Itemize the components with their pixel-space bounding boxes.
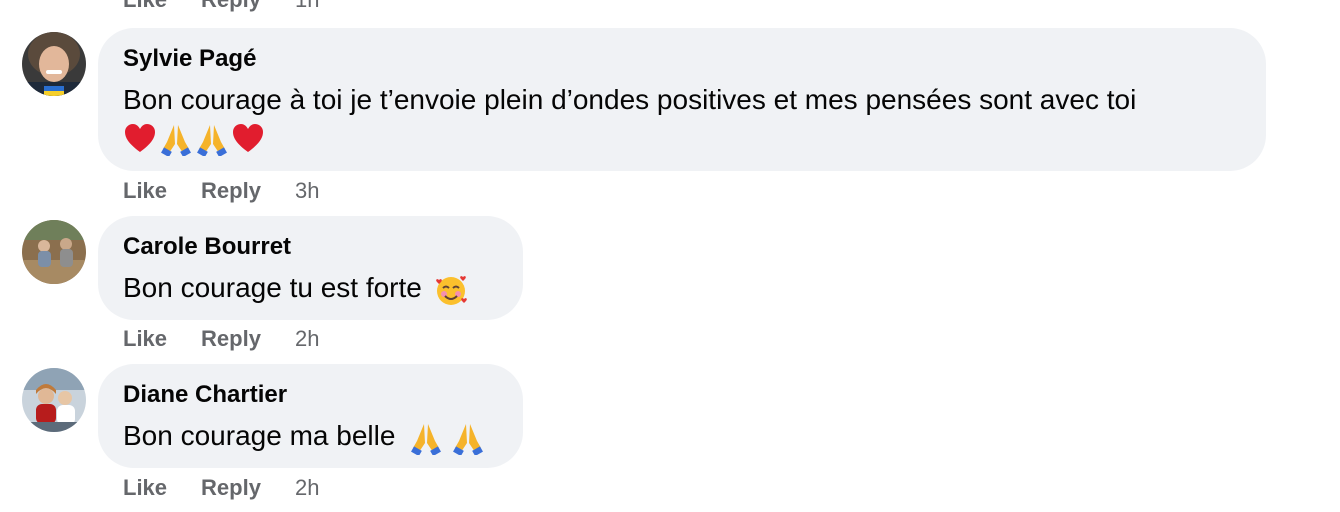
comment-author[interactable]: Sylvie Pagé: [123, 44, 1240, 74]
like-button[interactable]: Like: [123, 475, 167, 501]
heart-icon: [233, 124, 263, 152]
avatar-photo: [22, 32, 86, 96]
comment-text: Bon courage tu est forte: [123, 268, 497, 308]
reply-button[interactable]: Reply: [201, 0, 261, 13]
praying-hands-icon: [453, 423, 483, 455]
smiling-face-with-hearts-icon: [435, 275, 467, 305]
comment-actions: Like Reply 3h: [123, 176, 319, 206]
comment-timestamp[interactable]: 2h: [295, 326, 319, 352]
comment-timestamp[interactable]: 2h: [295, 475, 319, 501]
reply-button[interactable]: Reply: [201, 326, 261, 352]
comment-timestamp[interactable]: 1h: [295, 0, 319, 13]
like-button[interactable]: Like: [123, 326, 167, 352]
previous-comment-actions: Like Reply 1h: [123, 0, 319, 14]
avatar-photo: [22, 220, 86, 284]
praying-hands-icon: [197, 125, 227, 156]
comment-text: Bon courage ma belle: [123, 416, 497, 456]
emoji-row: [123, 122, 265, 156]
comment-timestamp[interactable]: 3h: [295, 178, 319, 204]
comment-text-body: Bon courage ma belle: [123, 420, 396, 451]
comment-text-body: Bon courage tu est forte: [123, 272, 422, 303]
comment-text-body: Bon courage à toi je t’envoie plein d’on…: [123, 84, 1137, 115]
avatar[interactable]: [22, 32, 86, 96]
comment-text: Bon courage à toi je t’envoie plein d’on…: [123, 80, 1240, 120]
comment-bubble: Carole Bourret Bon courage tu est forte: [98, 216, 523, 320]
reply-button[interactable]: Reply: [201, 178, 261, 204]
praying-hands-icon: [161, 125, 191, 156]
avatar[interactable]: [22, 368, 86, 432]
comment-author[interactable]: Diane Chartier: [123, 380, 497, 410]
comment-bubble: Sylvie Pagé Bon courage à toi je t’envoi…: [98, 28, 1266, 171]
comment-actions: Like Reply 2h: [123, 324, 319, 354]
reply-button[interactable]: Reply: [201, 475, 261, 501]
avatar[interactable]: [22, 220, 86, 284]
comment-actions: Like Reply 2h: [123, 473, 319, 503]
comment-bubble: Diane Chartier Bon courage ma belle: [98, 364, 523, 468]
comment-author[interactable]: Carole Bourret: [123, 232, 497, 262]
avatar-photo: [22, 368, 86, 432]
like-button[interactable]: Like: [123, 0, 167, 13]
heart-icon: [125, 124, 155, 152]
like-button[interactable]: Like: [123, 178, 167, 204]
comments-thread: Like Reply 1h Sylvie Pagé Bon courage à …: [0, 0, 1340, 512]
praying-hands-icon: [411, 423, 442, 455]
